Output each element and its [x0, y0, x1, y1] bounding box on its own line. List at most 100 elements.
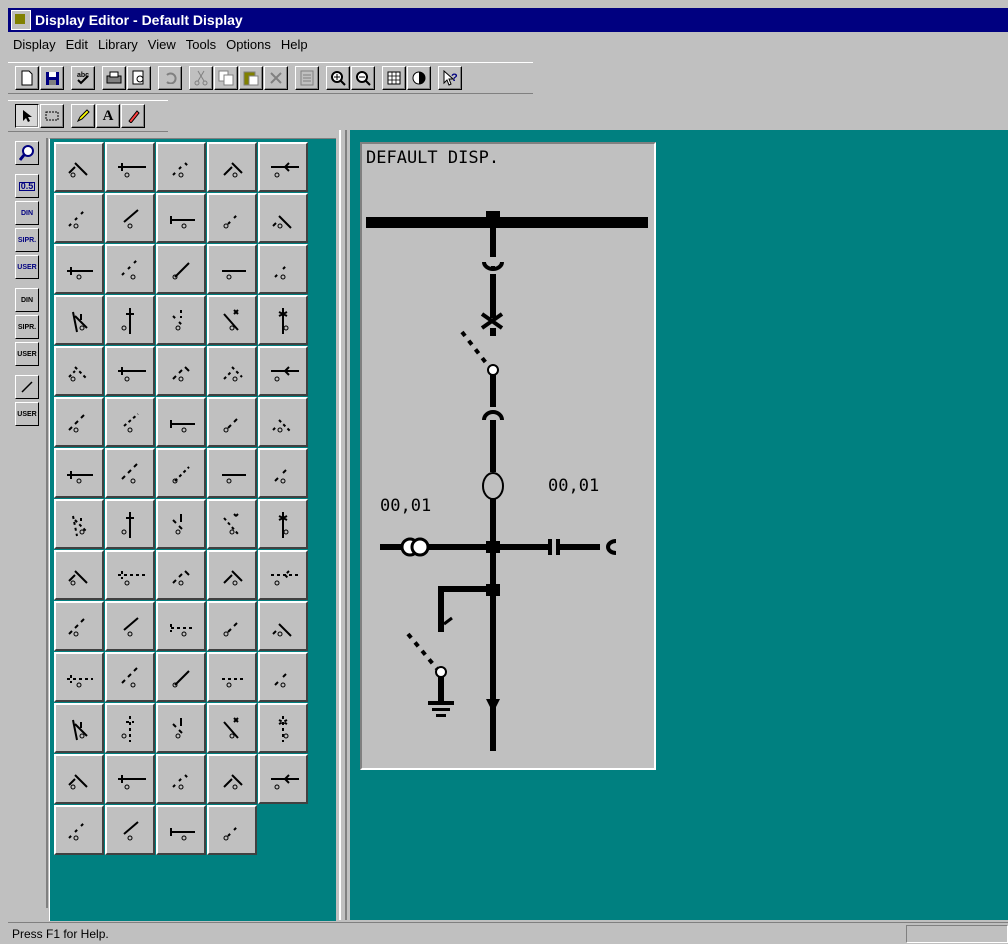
- library-symbol-31[interactable]: [54, 448, 104, 498]
- library-symbol-21[interactable]: [54, 346, 104, 396]
- save-icon[interactable]: [40, 66, 64, 90]
- library-symbol-34[interactable]: [207, 448, 257, 498]
- library-symbol-15[interactable]: [258, 244, 308, 294]
- library-symbol-24[interactable]: [207, 346, 257, 396]
- cut-icon[interactable]: [189, 66, 213, 90]
- library-symbol-14[interactable]: [207, 244, 257, 294]
- library-symbol-46[interactable]: [54, 601, 104, 651]
- menu-display[interactable]: Display: [8, 37, 61, 52]
- library-symbol-37[interactable]: [105, 499, 155, 549]
- display-editor-app-icon[interactable]: [11, 10, 31, 30]
- spellcheck-icon[interactable]: abc: [71, 66, 95, 90]
- help-icon[interactable]: ?: [438, 66, 462, 90]
- library-symbol-51[interactable]: [54, 652, 104, 702]
- library-symbol-20[interactable]: [258, 295, 308, 345]
- library-symbol-53[interactable]: [156, 652, 206, 702]
- menu-tools[interactable]: Tools: [181, 37, 221, 52]
- library-symbol-62[interactable]: [105, 754, 155, 804]
- copy-icon[interactable]: [214, 66, 238, 90]
- library-symbol-25[interactable]: [258, 346, 308, 396]
- new-icon[interactable]: [15, 66, 39, 90]
- lib-sipr-button[interactable]: SIPR.: [15, 228, 39, 252]
- library-symbol-63[interactable]: [156, 754, 206, 804]
- print-icon[interactable]: [102, 66, 126, 90]
- library-symbol-18[interactable]: [156, 295, 206, 345]
- properties-icon[interactable]: [295, 66, 319, 90]
- library-symbol-33[interactable]: [156, 448, 206, 498]
- library-symbol-56[interactable]: [54, 703, 104, 753]
- library-symbol-42[interactable]: [105, 550, 155, 600]
- library-symbol-6[interactable]: [54, 193, 104, 243]
- line-icon[interactable]: [15, 375, 39, 399]
- library-symbol-47[interactable]: [105, 601, 155, 651]
- lib-user-line-button[interactable]: USER: [15, 402, 39, 426]
- library-symbol-8[interactable]: [156, 193, 206, 243]
- library-symbol-65[interactable]: [258, 754, 308, 804]
- lib-sipr-2-button[interactable]: SIPR.: [15, 315, 39, 339]
- library-symbol-12[interactable]: [105, 244, 155, 294]
- pointer-arrow-icon[interactable]: [15, 104, 39, 128]
- library-symbol-26[interactable]: [54, 397, 104, 447]
- library-symbol-64[interactable]: [207, 754, 257, 804]
- library-symbol-3[interactable]: [156, 142, 206, 192]
- print-preview-icon[interactable]: [127, 66, 151, 90]
- library-symbol-9[interactable]: [207, 193, 257, 243]
- menu-help[interactable]: Help: [276, 37, 313, 52]
- menu-options[interactable]: Options: [221, 37, 276, 52]
- delete-icon[interactable]: [264, 66, 288, 90]
- library-symbol-22[interactable]: [105, 346, 155, 396]
- undo-icon[interactable]: [158, 66, 182, 90]
- library-symbol-4[interactable]: [207, 142, 257, 192]
- panel-splitter[interactable]: [339, 130, 347, 920]
- library-symbol-7[interactable]: [105, 193, 155, 243]
- scale-button[interactable]: 0.5: [15, 174, 39, 198]
- contrast-icon[interactable]: [407, 66, 431, 90]
- library-symbol-36[interactable]: [54, 499, 104, 549]
- library-symbol-29[interactable]: [207, 397, 257, 447]
- paste-icon[interactable]: [239, 66, 263, 90]
- library-symbol-19[interactable]: [207, 295, 257, 345]
- library-symbol-32[interactable]: [105, 448, 155, 498]
- library-symbol-28[interactable]: [156, 397, 206, 447]
- rectangle-select-icon[interactable]: [40, 104, 64, 128]
- library-symbol-68[interactable]: [156, 805, 206, 855]
- library-symbol-41[interactable]: [54, 550, 104, 600]
- library-symbol-35[interactable]: [258, 448, 308, 498]
- library-symbol-48[interactable]: [156, 601, 206, 651]
- lib-din-button[interactable]: DIN: [15, 201, 39, 225]
- library-symbol-27[interactable]: [105, 397, 155, 447]
- library-symbol-67[interactable]: [105, 805, 155, 855]
- pencil-icon[interactable]: [71, 104, 95, 128]
- library-symbol-16[interactable]: [54, 295, 104, 345]
- library-symbol-38[interactable]: [156, 499, 206, 549]
- library-symbol-59[interactable]: [207, 703, 257, 753]
- library-symbol-44[interactable]: [207, 550, 257, 600]
- menu-view[interactable]: View: [143, 37, 181, 52]
- library-symbol-58[interactable]: [156, 703, 206, 753]
- library-symbol-43[interactable]: [156, 550, 206, 600]
- menu-library[interactable]: Library: [93, 37, 143, 52]
- lib-user-button[interactable]: USER: [15, 255, 39, 279]
- library-symbol-13[interactable]: [156, 244, 206, 294]
- library-symbol-11[interactable]: [54, 244, 104, 294]
- zoom-in-icon[interactable]: [326, 66, 350, 90]
- library-symbol-5[interactable]: [258, 142, 308, 192]
- library-symbol-52[interactable]: [105, 652, 155, 702]
- lib-user-2-button[interactable]: USER: [15, 342, 39, 366]
- library-symbol-61[interactable]: [54, 754, 104, 804]
- library-symbol-66[interactable]: [54, 805, 104, 855]
- library-symbol-55[interactable]: [258, 652, 308, 702]
- library-symbol-69[interactable]: [207, 805, 257, 855]
- zoom-out-icon[interactable]: [351, 66, 375, 90]
- library-symbol-57[interactable]: [105, 703, 155, 753]
- library-symbol-2[interactable]: [105, 142, 155, 192]
- library-symbol-30[interactable]: [258, 397, 308, 447]
- lib-din-2-button[interactable]: DIN: [15, 288, 39, 312]
- menu-edit[interactable]: Edit: [61, 37, 93, 52]
- zoom-icon[interactable]: [15, 141, 39, 165]
- display-canvas[interactable]: DEFAULT DISP. 00,01 00,01: [360, 142, 656, 770]
- library-symbol-45[interactable]: [258, 550, 308, 600]
- library-symbol-1[interactable]: [54, 142, 104, 192]
- library-symbol-50[interactable]: [258, 601, 308, 651]
- library-symbol-17[interactable]: [105, 295, 155, 345]
